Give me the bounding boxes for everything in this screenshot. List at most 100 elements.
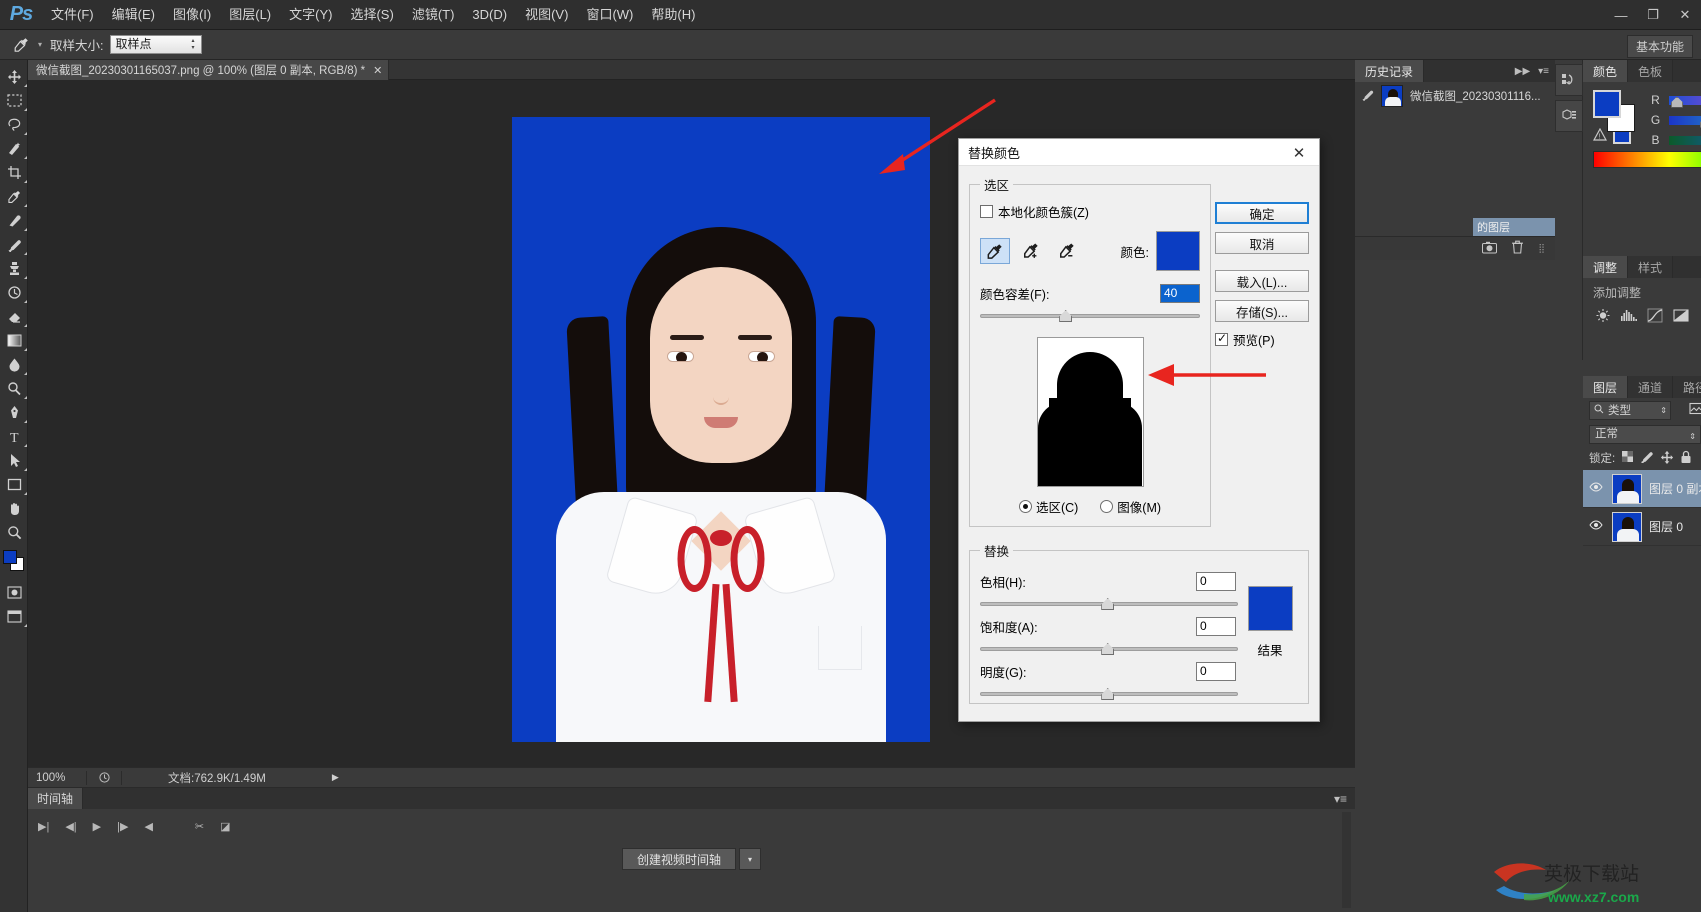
exposure-icon[interactable] [1669,305,1692,325]
menu-select[interactable]: 选择(S) [341,0,402,30]
quick-select-icon[interactable] [0,136,28,160]
saturation-slider[interactable] [980,642,1238,658]
levels-icon[interactable] [1617,305,1640,325]
lock-all-icon[interactable] [1680,450,1692,467]
zoom-level[interactable]: 100% [28,772,80,784]
menu-file[interactable]: 文件(F) [42,0,103,30]
channel-slider-r[interactable] [1669,94,1701,107]
healing-brush-icon[interactable] [0,208,28,232]
foreground-color-swatch[interactable] [3,550,17,564]
selection-color-swatch[interactable] [1156,231,1200,271]
color-swatches[interactable] [0,550,28,580]
menu-filter[interactable]: 滤镜(T) [403,0,464,30]
tab-layers[interactable]: 图层 [1583,376,1628,398]
mini-bridge-icon[interactable] [1555,64,1583,96]
preview-checkbox[interactable] [1215,333,1228,346]
slider-knob[interactable] [1101,598,1114,610]
layer-thumbnail[interactable] [1612,474,1642,504]
hue-slider[interactable] [980,597,1238,613]
shape-icon[interactable] [0,472,28,496]
brightness-icon[interactable] [1591,305,1614,325]
pen-icon[interactable] [0,400,28,424]
radio-selection[interactable] [1019,500,1032,513]
layer-filter-select[interactable]: 类型 ⇕ [1589,401,1671,420]
quick-mask-icon[interactable] [0,580,28,604]
clone-stamp-icon[interactable] [0,256,28,280]
color-spectrum-bar[interactable] [1593,151,1701,168]
history-item[interactable]: 微信截图_20230301116... [1355,82,1555,110]
next-frame-icon[interactable]: |▶ [117,820,128,833]
workspace-switcher[interactable]: 基本功能 [1627,35,1693,58]
lock-transparent-icon[interactable] [1621,450,1634,466]
slider-knob[interactable] [1059,310,1072,322]
status-expand-icon[interactable]: ▶ [332,772,339,783]
dodge-icon[interactable] [0,376,28,400]
3d-panel-icon[interactable] [1555,100,1583,132]
menu-image[interactable]: 图像(I) [164,0,220,30]
eyedropper-icon[interactable] [980,238,1010,264]
create-video-timeline-group[interactable]: 创建视频时间轴 ▾ [622,848,761,870]
mask-preview[interactable] [1037,337,1144,487]
minimize-button[interactable]: — [1605,0,1637,30]
menu-edit[interactable]: 编辑(E) [103,0,164,30]
pixel-filter-icon[interactable] [1689,402,1701,418]
sample-size-select[interactable]: 取样点 ▴▾ [110,35,202,54]
table-row[interactable]: 图层 0 副本 [1583,470,1701,508]
preview-mode-image[interactable]: 图像(M) [1100,497,1161,516]
tab-timeline[interactable]: 时间轴 [28,788,83,809]
layer-visibility-icon[interactable] [1587,520,1605,533]
eraser-icon[interactable] [0,304,28,328]
spinner-icon[interactable]: ▴▾ [188,38,199,52]
chevron-down-icon[interactable]: ▾ [739,848,761,870]
ok-button[interactable]: 确定 [1215,202,1309,224]
table-row[interactable]: 图层 0 [1583,508,1701,546]
resize-grip-icon[interactable]: ⣿ [1538,243,1545,254]
timeline-scrollbar[interactable] [1342,812,1351,908]
zoom-icon[interactable] [0,520,28,544]
hand-icon[interactable] [0,496,28,520]
lasso-icon[interactable] [0,112,28,136]
screen-mode-icon[interactable] [0,604,28,628]
eyedropper-plus-icon[interactable] [1016,238,1046,264]
document-tab[interactable]: 微信截图_20230301165037.png @ 100% (图层 0 副本,… [28,60,389,80]
go-to-first-frame-icon[interactable]: ▶| [38,820,49,833]
tab-adjustments[interactable]: 调整 [1583,256,1628,278]
load-button[interactable]: 载入(L)... [1215,270,1309,292]
slider-knob[interactable] [1101,643,1114,655]
brush-icon[interactable] [0,232,28,256]
play-icon[interactable]: ▶ [93,820,101,833]
tab-swatches[interactable]: 色板 [1628,60,1673,82]
tab-channels[interactable]: 通道 [1628,376,1673,398]
previous-frame-icon[interactable]: ◀| [65,820,76,833]
save-button[interactable]: 存储(S)... [1215,300,1309,322]
camera-icon[interactable] [1482,241,1497,257]
move-icon[interactable] [0,64,28,88]
split-clip-icon[interactable]: ✂ [195,820,204,833]
dialog-close-icon[interactable]: ✕ [1279,139,1319,166]
color-panel-swatches[interactable] [1593,90,1639,132]
channel-slider-b[interactable] [1669,134,1701,147]
fuzziness-slider[interactable] [980,309,1200,325]
menu-3d[interactable]: 3D(D) [463,0,516,30]
menu-layer[interactable]: 图层(L) [220,0,280,30]
type-icon[interactable]: T [0,424,28,448]
menu-view[interactable]: 视图(V) [516,0,577,30]
tab-paths[interactable]: 路径 [1673,376,1701,398]
cancel-button[interactable]: 取消 [1215,232,1309,254]
mute-audio-icon[interactable]: ◀ [144,820,152,833]
path-select-icon[interactable] [0,448,28,472]
curves-icon[interactable] [1643,305,1666,325]
menu-window[interactable]: 窗口(W) [577,0,642,30]
marquee-icon[interactable] [0,88,28,112]
saturation-input[interactable]: 0 [1196,617,1236,636]
status-options-icon[interactable] [93,772,115,783]
layer-thumbnail[interactable] [1612,512,1642,542]
document-image[interactable] [512,117,930,742]
panel-menu-icon[interactable]: ▾≡ [1538,66,1549,77]
radio-image[interactable] [1100,500,1113,513]
eyedropper-icon[interactable] [0,184,28,208]
menu-help[interactable]: 帮助(H) [642,0,704,30]
preview-mode-selection[interactable]: 选区(C) [1019,497,1078,516]
channel-slider-g[interactable] [1669,114,1701,127]
gradient-icon[interactable] [0,328,28,352]
